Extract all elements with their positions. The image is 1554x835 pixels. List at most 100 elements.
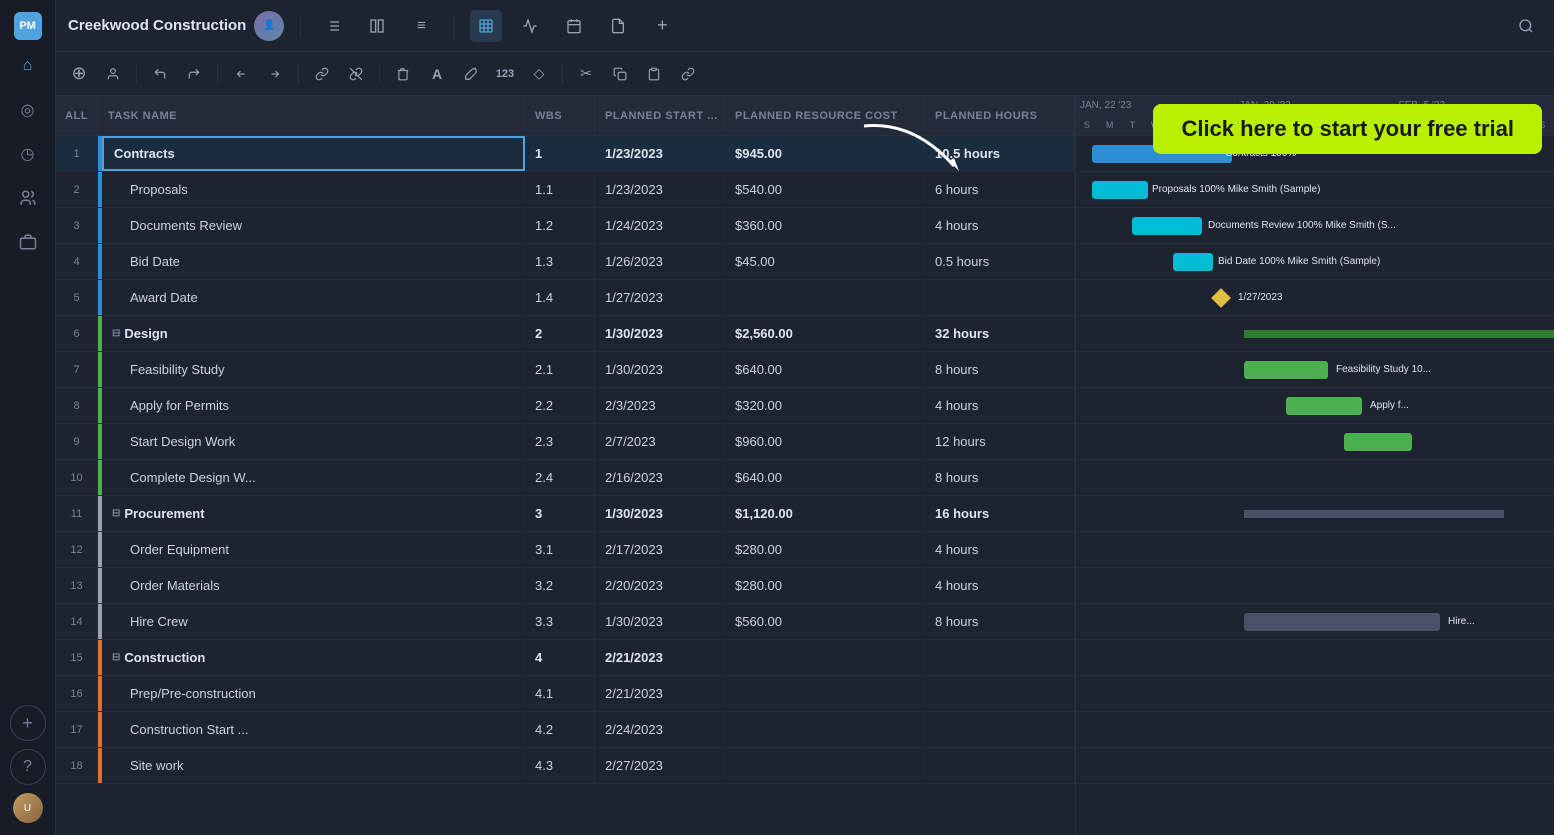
table-row[interactable]: 4Bid Date1.31/26/2023$45.000.5 hours [56, 244, 1075, 280]
view-grid-btn[interactable]: ≡ [405, 10, 437, 42]
table-row[interactable]: 13Order Materials3.22/20/2023$280.004 ho… [56, 568, 1075, 604]
task-name-cell[interactable]: Site work [102, 748, 525, 783]
table-row[interactable]: 6⊟ Design21/30/2023$2,560.0032 hours [56, 316, 1075, 352]
table-row[interactable]: 2Proposals1.11/23/2023$540.006 hours [56, 172, 1075, 208]
cut-btn[interactable]: ✂ [571, 59, 601, 89]
undo-btn[interactable] [145, 59, 175, 89]
collapse-icon[interactable]: ⊟ [112, 508, 120, 519]
cost-cell: $960.00 [725, 424, 925, 459]
table-row[interactable]: 3Documents Review1.21/24/2023$360.004 ho… [56, 208, 1075, 244]
col-planned-cost[interactable]: PLANNED RESOURCE COST [725, 96, 925, 135]
table-row[interactable]: 8Apply for Permits2.22/3/2023$320.004 ho… [56, 388, 1075, 424]
task-name-cell[interactable]: Hire Crew [102, 604, 525, 639]
task-name-cell[interactable]: Bid Date [102, 244, 525, 279]
diamond-btn[interactable]: ◇ [524, 59, 554, 89]
table-row[interactable]: 1Contracts11/23/2023$945.0010.5 hours [56, 136, 1075, 172]
table-row[interactable]: 7Feasibility Study2.11/30/2023$640.008 h… [56, 352, 1075, 388]
col-wbs[interactable]: WBS [525, 96, 595, 135]
gantt-bar[interactable] [1173, 253, 1213, 271]
indent-left-btn[interactable] [226, 59, 256, 89]
sidebar-item-notifications[interactable]: ◎ [10, 92, 46, 128]
task-name-cell[interactable]: Construction Start ... [102, 712, 525, 747]
table-row[interactable]: 16Prep/Pre-construction4.12/21/2023 [56, 676, 1075, 712]
sidebar-item-briefcase[interactable] [10, 224, 46, 260]
col-planned-start[interactable]: PLANNED START ... [595, 96, 725, 135]
start-date-cell: 1/30/2023 [595, 316, 725, 351]
view-calendar-btn[interactable] [558, 10, 590, 42]
gantt-bar[interactable] [1092, 181, 1148, 199]
wbs-cell: 1 [525, 136, 595, 171]
row-number: 1 [56, 136, 98, 171]
col-task-name[interactable]: TASK NAME [98, 96, 525, 135]
text-format-btn[interactable]: A [422, 59, 452, 89]
task-name-cell[interactable]: ⊟ Design [102, 316, 525, 351]
task-name-cell[interactable]: Feasibility Study [102, 352, 525, 387]
sidebar-item-help[interactable]: ? [10, 749, 46, 785]
sidebar-item-clock[interactable]: ◷ [10, 136, 46, 172]
user-avatar[interactable]: U [13, 793, 43, 823]
paste-btn[interactable] [639, 59, 669, 89]
collapse-icon[interactable]: ⊟ [112, 328, 120, 339]
task-name-cell[interactable]: Proposals [102, 172, 525, 207]
task-name-cell[interactable]: Award Date [102, 280, 525, 315]
gantt-bar[interactable] [1244, 330, 1554, 338]
delete-btn[interactable] [388, 59, 418, 89]
table-row[interactable]: 5Award Date1.41/27/2023 [56, 280, 1075, 316]
color-btn[interactable] [456, 59, 486, 89]
task-name-text: Order Materials [130, 578, 220, 593]
gantt-bar[interactable] [1244, 361, 1328, 379]
link-btn[interactable] [307, 59, 337, 89]
view-chart-btn[interactable] [514, 10, 546, 42]
link2-btn[interactable] [673, 59, 703, 89]
task-name-cell[interactable]: Contracts [102, 136, 525, 171]
add-view-btn[interactable]: + [646, 10, 678, 42]
task-name-cell[interactable]: ⊟ Procurement [102, 496, 525, 531]
table-row[interactable]: 9Start Design Work2.32/7/2023$960.0012 h… [56, 424, 1075, 460]
collapse-icon[interactable]: ⊟ [112, 652, 120, 663]
number-btn[interactable]: 123 [490, 59, 520, 89]
col-planned-hours[interactable]: PLANNED HOURS [925, 96, 1075, 135]
table-row[interactable]: 18Site work4.32/27/2023 [56, 748, 1075, 784]
task-name-cell[interactable]: ⊟ Construction [102, 640, 525, 675]
start-date-cell: 1/30/2023 [595, 496, 725, 531]
unlink-btn[interactable] [341, 59, 371, 89]
redo-btn[interactable] [179, 59, 209, 89]
add-task-btn[interactable]: ⊕ [64, 59, 94, 89]
add-resource-btn[interactable] [98, 59, 128, 89]
copy-btn[interactable] [605, 59, 635, 89]
gantt-bar[interactable] [1132, 217, 1202, 235]
task-name-cell[interactable]: Start Design Work [102, 424, 525, 459]
search-btn[interactable] [1510, 10, 1542, 42]
task-name-cell[interactable]: Complete Design W... [102, 460, 525, 495]
table-row[interactable]: 11⊟ Procurement31/30/2023$1,120.0016 hou… [56, 496, 1075, 532]
table-row[interactable]: 17Construction Start ...4.22/24/2023 [56, 712, 1075, 748]
col-all[interactable]: ALL [56, 96, 98, 135]
view-doc-btn[interactable] [602, 10, 634, 42]
gantt-bar[interactable] [1344, 433, 1412, 451]
task-name-cell[interactable]: Order Equipment [102, 532, 525, 567]
gantt-bar[interactable] [1244, 613, 1440, 631]
gantt-bar[interactable] [1244, 510, 1504, 518]
sidebar-item-add[interactable]: + [10, 705, 46, 741]
pm-logo[interactable]: PM [14, 12, 42, 40]
view-table-btn[interactable] [470, 10, 502, 42]
hours-cell: 16 hours [925, 496, 1075, 531]
table-row[interactable]: 12Order Equipment3.12/17/2023$280.004 ho… [56, 532, 1075, 568]
indent-right-btn[interactable] [260, 59, 290, 89]
table-row[interactable]: 15⊟ Construction42/21/2023 [56, 640, 1075, 676]
header-avatar[interactable]: 👤 [254, 11, 284, 41]
row-number: 13 [56, 568, 98, 603]
task-name-cell[interactable]: Documents Review [102, 208, 525, 243]
row-number: 3 [56, 208, 98, 243]
task-name-cell[interactable]: Order Materials [102, 568, 525, 603]
sidebar-item-users[interactable] [10, 180, 46, 216]
view-list-btn[interactable] [317, 10, 349, 42]
task-name-cell[interactable]: Prep/Pre-construction [102, 676, 525, 711]
view-columns-btn[interactable] [361, 10, 393, 42]
table-row[interactable]: 14Hire Crew3.31/30/2023$560.008 hours [56, 604, 1075, 640]
task-name-cell[interactable]: Apply for Permits [102, 388, 525, 423]
sidebar-item-home[interactable]: ⌂ [10, 48, 46, 84]
table-row[interactable]: 10Complete Design W...2.42/16/2023$640.0… [56, 460, 1075, 496]
free-trial-cta[interactable]: Click here to start your free trial [1153, 104, 1542, 154]
gantt-bar[interactable] [1286, 397, 1362, 415]
